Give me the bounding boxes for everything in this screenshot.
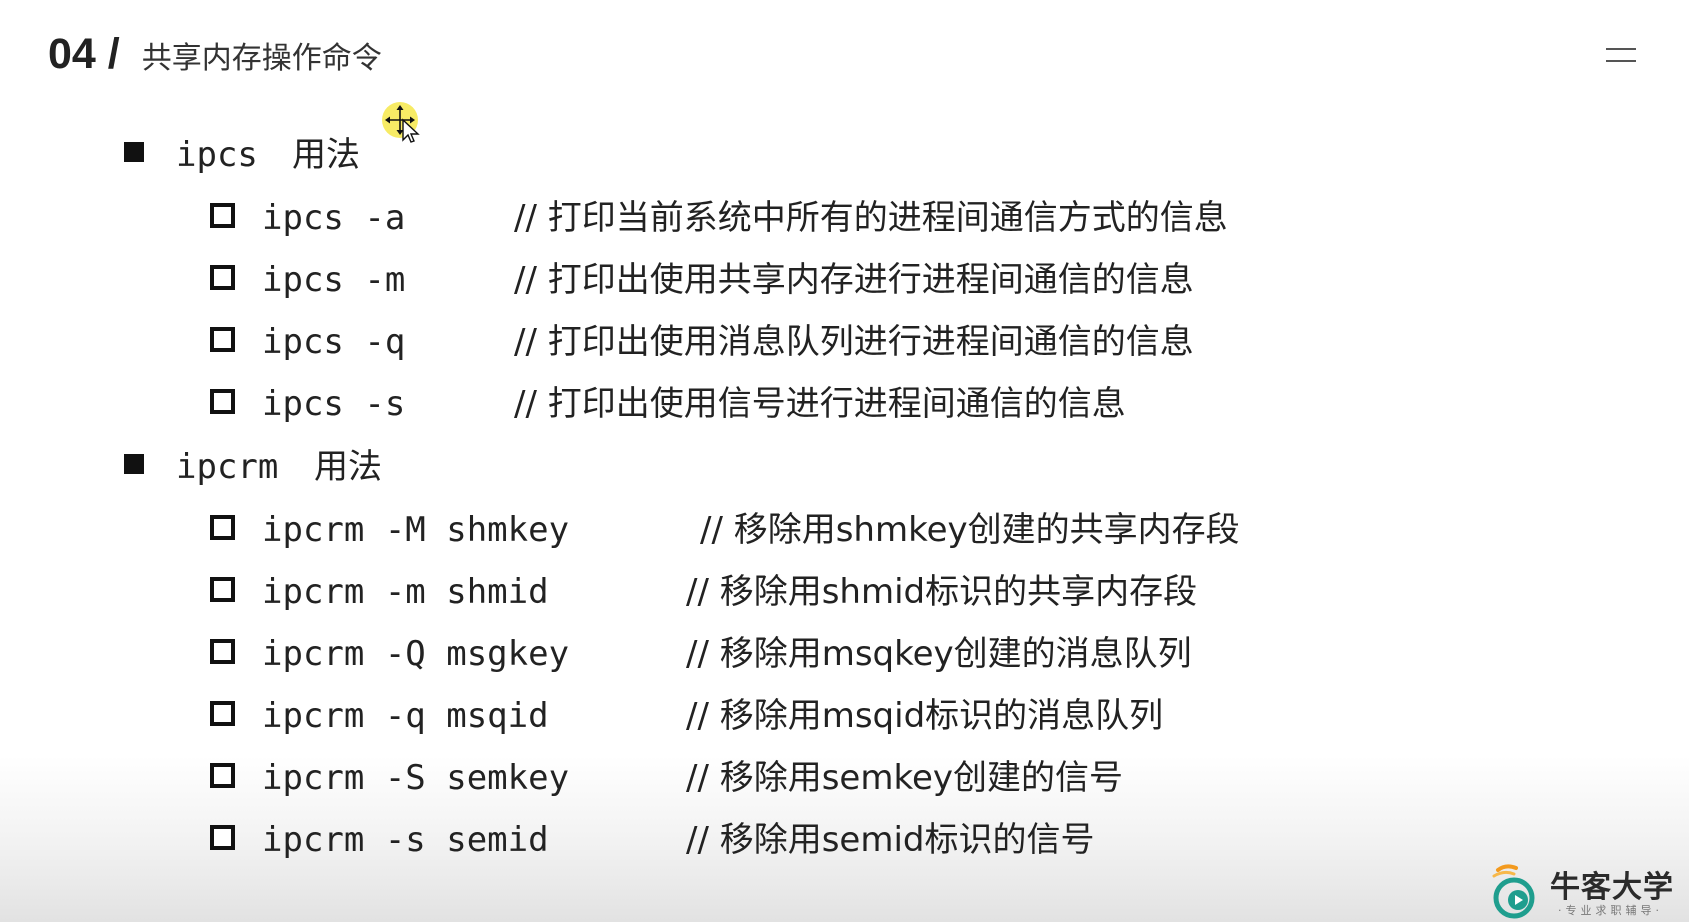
command-description: // 移除用shmid标识的共享内存段 bbox=[686, 572, 1198, 612]
command-description: // 移除用semkey创建的信号 bbox=[686, 758, 1123, 798]
menu-icon[interactable] bbox=[1606, 48, 1636, 68]
command-description: // 打印当前系统中所有的进程间通信方式的信息 bbox=[514, 198, 1228, 238]
hollow-square-bullet-icon bbox=[210, 389, 235, 414]
section-command: ipcrm bbox=[176, 447, 279, 487]
slide: 04 / 共享内存操作命令 ipcs 用法 ipcs -a // 打印当前系统中… bbox=[0, 0, 1689, 922]
command-text: ipcrm -s semid bbox=[262, 820, 549, 860]
command-description: // 打印出使用共享内存进行进程间通信的信息 bbox=[514, 260, 1194, 300]
section-title: 共享内存操作命令 bbox=[141, 41, 382, 76]
logo-mark-icon bbox=[1492, 864, 1535, 919]
logo-tagline: ·专业求职辅导· bbox=[1558, 904, 1663, 917]
section-number: 04 / bbox=[48, 30, 120, 78]
command-description: // 移除用msqid标识的消息队列 bbox=[686, 696, 1164, 736]
command-text: ipcrm -m shmid bbox=[262, 572, 549, 612]
hollow-square-bullet-icon bbox=[210, 701, 235, 726]
hollow-square-bullet-icon bbox=[210, 763, 235, 788]
section-label: 用法 bbox=[314, 447, 382, 487]
command-description: // 移除用shmkey创建的共享内存段 bbox=[700, 510, 1240, 550]
command-description: // 打印出使用消息队列进行进程间通信的信息 bbox=[514, 322, 1194, 362]
filled-square-bullet-icon bbox=[124, 454, 144, 474]
hollow-square-bullet-icon bbox=[210, 265, 235, 290]
command-text: ipcrm -q msqid bbox=[262, 696, 549, 736]
logo-name: 牛客大学 bbox=[1550, 870, 1674, 905]
command-text: ipcs -s bbox=[262, 384, 406, 424]
move-cursor-icon bbox=[382, 102, 420, 143]
command-text: ipcs -q bbox=[262, 322, 406, 362]
hollow-square-bullet-icon bbox=[210, 577, 235, 602]
command-description: // 打印出使用信号进行进程间通信的信息 bbox=[514, 384, 1126, 424]
command-description: // 移除用semid标识的信号 bbox=[686, 820, 1095, 860]
section-label: 用法 bbox=[292, 135, 360, 175]
section-command: ipcs bbox=[176, 135, 258, 175]
command-description: // 移除用msqkey创建的消息队列 bbox=[686, 634, 1192, 674]
hollow-square-bullet-icon bbox=[210, 327, 235, 352]
slide-header: 04 / 共享内存操作命令 bbox=[48, 30, 382, 86]
command-text: ipcrm -Q msgkey bbox=[262, 634, 570, 674]
command-text: ipcrm -M shmkey bbox=[262, 510, 570, 550]
filled-square-bullet-icon bbox=[124, 142, 144, 162]
hollow-square-bullet-icon bbox=[210, 825, 235, 850]
hollow-square-bullet-icon bbox=[210, 639, 235, 664]
command-text: ipcrm -S semkey bbox=[262, 758, 570, 798]
hollow-square-bullet-icon bbox=[210, 203, 235, 228]
hollow-square-bullet-icon bbox=[210, 515, 235, 540]
command-text: ipcs -m bbox=[262, 260, 406, 300]
command-text: ipcs -a bbox=[262, 198, 406, 238]
brand-logo: 牛客大学 ·专业求职辅导· bbox=[1484, 862, 1684, 920]
